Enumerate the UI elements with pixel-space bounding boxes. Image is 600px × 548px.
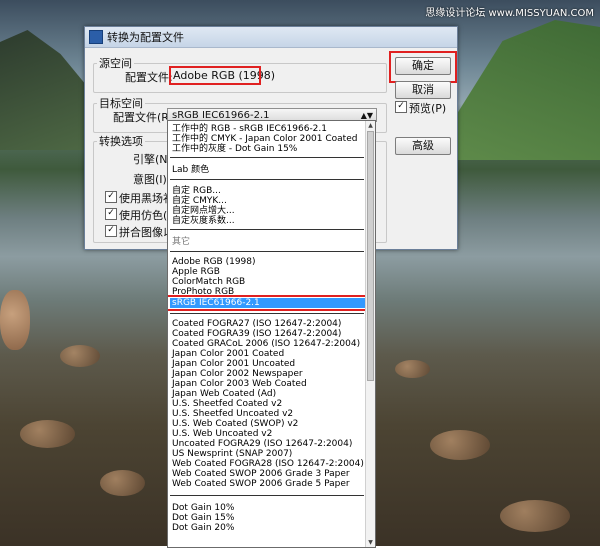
annotation-box-ok [389,51,457,83]
intent-label: 意图(I): [133,173,171,186]
dropdown-item[interactable]: Dot Gain 15% [172,513,234,523]
dropdown-item[interactable]: Coated FOGRA39 (ISO 12647-2:2004) [172,329,341,339]
dropdown-item[interactable]: U.S. Web Coated (SWOP) v2 [172,419,298,429]
dropdown-item[interactable]: 工作中的 CMYK - Japan Color 2001 Coated [172,134,357,144]
dropdown-item[interactable]: 自定 CMYK... [172,196,227,206]
river-stone [20,420,75,448]
dropdown-item[interactable]: Japan Color 2001 Coated [172,349,284,359]
preview-label: 预览(P) [409,102,447,115]
photoshop-app-icon [89,30,103,44]
dropdown-item-lab[interactable]: Lab 颜色 [172,165,209,175]
annotation-box-selected [168,295,369,311]
dropdown-item[interactable]: Japan Color 2002 Newspaper [172,369,303,379]
dialog-titlebar[interactable]: 转换为配置文件 [85,27,457,48]
river-stone [100,470,145,496]
flatten-checkbox[interactable]: ✓ [105,225,117,237]
dropdown-item[interactable]: Coated GRACoL 2006 (ISO 12647-2:2004) [172,339,360,349]
dropdown-item[interactable]: Japan Color 2001 Uncoated [172,359,295,369]
preview-checkbox[interactable]: ✓ [395,101,407,113]
dropdown-item[interactable]: Coated FOGRA27 (ISO 12647-2:2004) [172,319,341,329]
dropdown-item[interactable]: U.S. Sheetfed Uncoated v2 [172,409,293,419]
scroll-thumb[interactable] [367,131,374,381]
dropdown-item[interactable]: 工作中的 RGB - sRGB IEC61966-2.1 [172,124,327,134]
dropdown-item[interactable]: ColorMatch RGB [172,277,245,287]
dialog-title: 转换为配置文件 [107,31,184,44]
separator [170,495,364,496]
dropdown-item[interactable]: Adobe RGB (1998) [172,257,256,267]
separator [170,229,364,230]
dropdown-item[interactable]: Dot Gain 10% [172,503,234,513]
shore-rock [0,290,30,350]
river-stone [60,345,100,367]
separator [170,313,364,314]
black-point-checkbox[interactable]: ✓ [105,191,117,203]
flatten-label: 拼合图像以 [119,226,174,239]
dropdown-item[interactable]: Japan Web Coated (Ad) [172,389,276,399]
dropdown-item[interactable]: Uncoated FOGRA29 (ISO 12647-2:2004) [172,439,352,449]
dropdown-item[interactable]: 工作中的灰度 - Dot Gain 15% [172,144,297,154]
profile-dropdown-list[interactable]: 工作中的 RGB - sRGB IEC61966-2.1 工作中的 CMYK -… [167,120,376,548]
advanced-button[interactable]: 高级 [395,137,451,155]
scroll-up-icon[interactable]: ▲ [366,121,375,130]
dropdown-item[interactable]: Japan Color 2003 Web Coated [172,379,307,389]
dither-checkbox[interactable]: ✓ [105,208,117,220]
separator [170,251,364,252]
dropdown-scrollbar[interactable]: ▲ ▼ [365,121,375,547]
dropdown-item[interactable]: Web Coated SWOP 2006 Grade 5 Paper [172,479,350,489]
dropdown-item[interactable]: Web Coated FOGRA28 (ISO 12647-2:2004) [172,459,364,469]
separator [170,157,364,158]
dropdown-item[interactable]: Dot Gain 20% [172,523,234,533]
dropdown-item[interactable]: U.S. Web Uncoated v2 [172,429,272,439]
dropdown-header-other: 其它 [172,237,191,247]
cancel-button[interactable]: 取消 [395,81,451,99]
watermark: 思缘设计论坛 www.MISSYUAN.COM [425,8,594,19]
dropdown-item[interactable]: 自定 RGB... [172,186,221,196]
dropdown-item[interactable]: U.S. Sheetfed Coated v2 [172,399,282,409]
annotation-box-source [169,66,261,85]
river-stone [430,430,490,460]
dropdown-item[interactable]: Web Coated SWOP 2006 Grade 3 Paper [172,469,350,479]
river-stone [500,500,570,532]
source-profile-label: 配置文件: [125,71,173,84]
conversion-options-label: 转换选项 [97,133,145,149]
dropdown-item[interactable]: 自定网点增大... [172,206,235,216]
dropdown-item[interactable]: Apple RGB [172,267,220,277]
river-stone [395,360,430,378]
dropdown-item[interactable]: US Newsprint (SNAP 2007) [172,449,292,459]
dropdown-item[interactable]: 自定灰度系数... [172,216,235,226]
separator [170,179,364,180]
